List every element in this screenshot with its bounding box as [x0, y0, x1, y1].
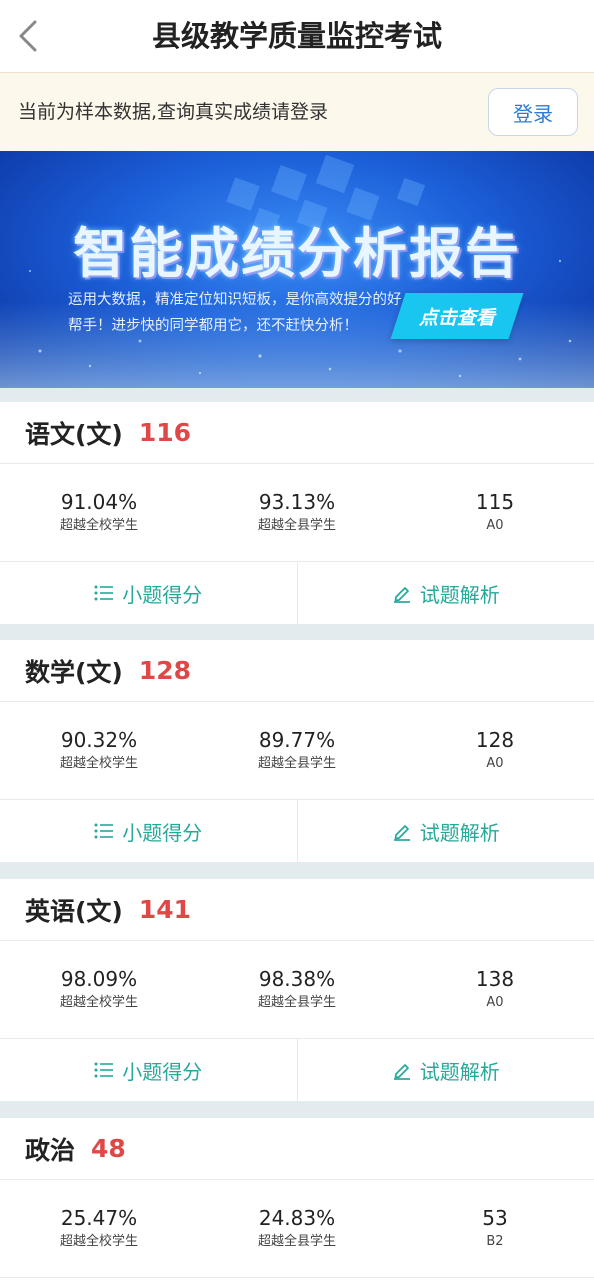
stat-label: 超越全校学生 [59, 756, 138, 771]
subject-score: 48 [91, 1134, 126, 1163]
question-analysis-label: 试题解析 [419, 1059, 500, 1084]
pencil-icon [393, 825, 410, 841]
top-bar: 县级教学质量监控考试 [0, 0, 594, 72]
subject-name: 语文(文) [25, 419, 123, 449]
school-rank-stat: 90.32% 超越全校学生 [0, 702, 198, 799]
subject-header: 英语(文) 141 [0, 879, 594, 941]
stat-value: 53 [482, 1206, 508, 1230]
subject-header: 政治 48 [0, 1118, 594, 1180]
school-rank-stat: 25.47% 超越全校学生 [0, 1180, 198, 1277]
report-banner[interactable]: 智能成绩分析报告 运用大数据，精准定位知识短板，是你高效提分的好帮手！进步快的同… [0, 151, 594, 388]
stat-value: 98.09% [60, 967, 138, 991]
stat-value: 138 [475, 967, 515, 991]
grade-level-stat: 115 A0 [396, 464, 594, 561]
subject-header: 语文(文) 116 [0, 402, 594, 464]
subject-actions: 小题得分 试题解析 [0, 562, 594, 624]
grade-level-stat: 138 A0 [396, 941, 594, 1038]
school-rank-stat: 98.09% 超越全校学生 [0, 941, 198, 1038]
stat-label: 超越全县学生 [257, 518, 336, 533]
page-title: 县级教学质量监控考试 [151, 19, 442, 53]
stat-label: 超越全校学生 [59, 1234, 138, 1249]
county-rank-stat: 89.77% 超越全县学生 [198, 702, 396, 799]
stat-value: 90.32% [60, 728, 138, 752]
stat-label: A0 [486, 756, 504, 771]
subject-stats: 98.09% 超越全校学生 98.38% 超越全县学生 138 A0 [0, 941, 594, 1039]
grade-level-stat: 128 A0 [396, 702, 594, 799]
view-report-button[interactable]: 点击查看 [390, 293, 524, 339]
question-scores-button[interactable]: 小题得分 [0, 800, 297, 862]
subject-header: 数学(文) 128 [0, 640, 594, 702]
subject-stats: 25.47% 超越全校学生 24.83% 超越全县学生 53 B2 [0, 1180, 594, 1278]
subject-score: 141 [138, 895, 192, 924]
grade-level-stat: 53 B2 [396, 1180, 594, 1277]
sample-data-notice: 当前为样本数据,查询真实成绩请登录 登录 [0, 72, 594, 151]
pencil-icon [393, 587, 410, 603]
subject-card: 英语(文) 141 98.09% 超越全校学生 98.38% 超越全县学生 13… [0, 879, 594, 1101]
stat-value: 89.77% [258, 728, 336, 752]
login-button[interactable]: 登录 [488, 88, 578, 136]
question-scores-label: 小题得分 [122, 1059, 203, 1084]
stat-label: A0 [486, 518, 504, 533]
subject-name: 英语(文) [25, 896, 123, 926]
banner-description: 运用大数据，精准定位知识短板，是你高效提分的好帮手！进步快的同学都用它，还不赶快… [68, 292, 402, 334]
county-rank-stat: 24.83% 超越全县学生 [198, 1180, 396, 1277]
question-analysis-label: 试题解析 [419, 820, 500, 845]
subject-score: 116 [138, 418, 192, 447]
subject-card: 数学(文) 128 90.32% 超越全校学生 89.77% 超越全县学生 12… [0, 640, 594, 862]
chevron-left-icon [19, 20, 37, 52]
stat-value: 24.83% [258, 1206, 336, 1230]
subject-stats: 90.32% 超越全校学生 89.77% 超越全县学生 128 A0 [0, 702, 594, 800]
stat-value: 128 [475, 728, 515, 752]
subject-actions: 小题得分 试题解析 [0, 800, 594, 862]
stat-label: 超越全县学生 [257, 1234, 336, 1249]
subject-actions: 小题得分 试题解析 [0, 1039, 594, 1101]
list-icon [94, 823, 114, 839]
view-report-label: 点击查看 [418, 306, 495, 329]
county-rank-stat: 98.38% 超越全县学生 [198, 941, 396, 1038]
question-scores-label: 小题得分 [122, 820, 203, 845]
stat-value: 91.04% [60, 490, 138, 514]
stat-value: 115 [475, 490, 515, 514]
back-button[interactable] [10, 14, 46, 58]
stat-label: B2 [486, 1234, 504, 1249]
question-scores-label: 小题得分 [122, 582, 203, 607]
school-rank-stat: 91.04% 超越全校学生 [0, 464, 198, 561]
subject-stats: 91.04% 超越全校学生 93.13% 超越全县学生 115 A0 [0, 464, 594, 562]
question-scores-button[interactable]: 小题得分 [0, 562, 297, 624]
question-scores-button[interactable]: 小题得分 [0, 1039, 297, 1101]
stat-label: 超越全县学生 [257, 995, 336, 1010]
subject-name: 政治 [25, 1135, 76, 1165]
subject-card: 政治 48 25.47% 超越全校学生 24.83% 超越全县学生 53 B2 [0, 1118, 594, 1280]
stat-value: 98.38% [258, 967, 336, 991]
subject-card: 语文(文) 116 91.04% 超越全校学生 93.13% 超越全县学生 11… [0, 402, 594, 624]
subject-name: 数学(文) [25, 657, 123, 687]
banner-title: 智能成绩分析报告 [73, 222, 521, 285]
stat-label: 超越全县学生 [257, 756, 336, 771]
county-rank-stat: 93.13% 超越全县学生 [198, 464, 396, 561]
question-analysis-button[interactable]: 试题解析 [296, 562, 594, 624]
question-analysis-label: 试题解析 [419, 582, 500, 607]
stat-label: 超越全校学生 [59, 518, 138, 533]
question-analysis-button[interactable]: 试题解析 [296, 1039, 594, 1101]
stat-label: A0 [486, 995, 504, 1010]
subject-score: 128 [138, 656, 192, 685]
question-analysis-button[interactable]: 试题解析 [296, 800, 594, 862]
stat-value: 93.13% [258, 490, 336, 514]
stat-value: 25.47% [60, 1206, 138, 1230]
notice-text: 当前为样本数据,查询真实成绩请登录 [18, 101, 329, 123]
pencil-icon [393, 1064, 410, 1080]
list-icon [94, 1062, 114, 1078]
list-icon [94, 585, 114, 601]
stat-label: 超越全校学生 [59, 995, 138, 1010]
